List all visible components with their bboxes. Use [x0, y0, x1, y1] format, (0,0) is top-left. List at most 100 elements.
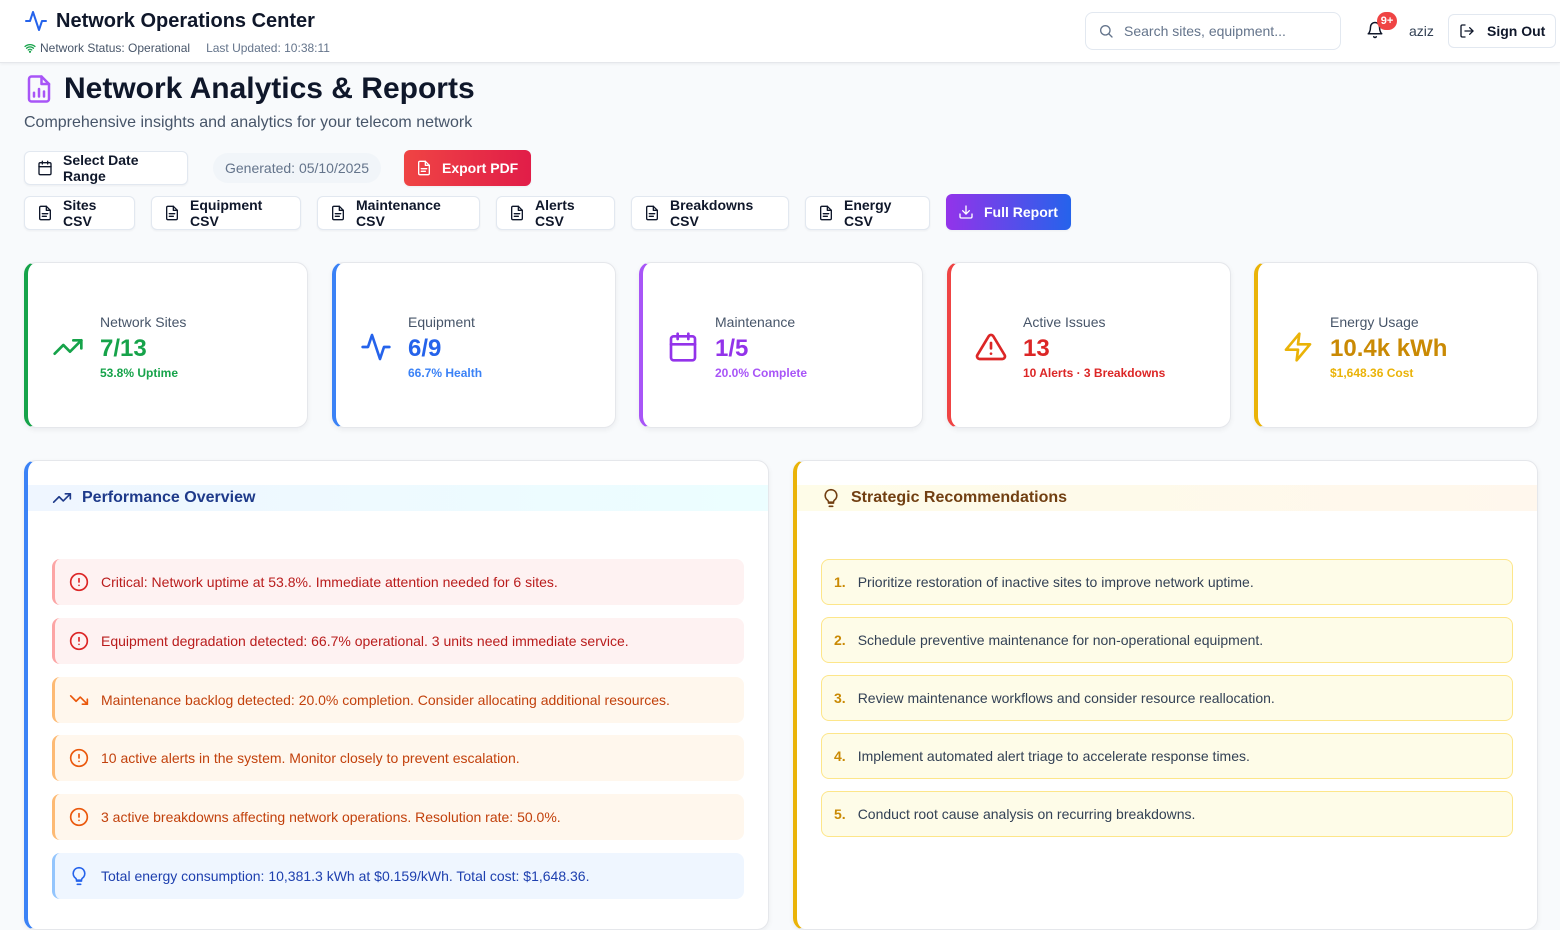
breakdowns-csv-button[interactable]: Breakdowns CSV	[631, 196, 789, 230]
alert-circle-icon	[69, 631, 89, 651]
full-report-label: Full Report	[984, 204, 1058, 220]
file-icon	[416, 160, 432, 176]
status-row: Network Status: Operational Last Updated…	[24, 41, 330, 55]
recommendation-number: 3.	[834, 690, 846, 706]
stat-card-maintenance: Maintenance 1/5 20.0% Complete	[639, 262, 923, 428]
strategic-recommendations-panel: Strategic Recommendations 1. Prioritize …	[793, 460, 1538, 930]
calendar-icon	[667, 331, 699, 363]
stat-subtext: 20.0% Complete	[715, 366, 808, 380]
network-status-text: Network Status: Operational	[40, 41, 191, 55]
recommendation-number: 4.	[834, 748, 846, 764]
stat-value: 7/13	[100, 335, 147, 362]
stat-label: Energy Usage	[1330, 314, 1419, 330]
sign-out-label: Sign Out	[1487, 23, 1546, 39]
stat-card-active-issues: Active Issues 13 10 Alerts · 3 Breakdown…	[947, 262, 1231, 428]
file-icon	[644, 205, 660, 221]
search-box[interactable]	[1085, 12, 1341, 50]
calendar-icon	[37, 160, 53, 176]
file-icon	[37, 205, 53, 221]
trending-down-icon	[69, 690, 89, 710]
recommendation-item: 3. Review maintenance workflows and cons…	[821, 675, 1513, 721]
warning-icon	[975, 331, 1007, 363]
recommendation-text: Prioritize restoration of inactive sites…	[857, 574, 1254, 590]
username: aziz	[1409, 23, 1434, 39]
sites-csv-button[interactable]: Sites CSV	[24, 196, 135, 230]
lightbulb-icon	[821, 488, 841, 508]
page-subtitle: Comprehensive insights and analytics for…	[24, 114, 473, 131]
performance-overview-panel: Performance Overview Critical: Network u…	[24, 460, 769, 930]
recommendation-item: 4. Implement automated alert triage to a…	[821, 733, 1513, 779]
maintenance-csv-button[interactable]: Maintenance CSV	[317, 196, 480, 230]
insight-item: 3 active breakdowns affecting network op…	[52, 794, 744, 840]
stat-value: 6/9	[408, 335, 442, 362]
insight-item: Critical: Network uptime at 53.8%. Immed…	[52, 559, 744, 605]
search-input[interactable]	[1124, 23, 1324, 39]
recommendation-item: 2. Schedule preventive maintenance for n…	[821, 617, 1513, 663]
performance-overview-title: Performance Overview	[82, 489, 256, 506]
insight-item: Total energy consumption: 10,381.3 kWh a…	[52, 853, 744, 899]
recommendation-text: Implement automated alert triage to acce…	[857, 748, 1250, 764]
equipment-csv-button[interactable]: Equipment CSV	[151, 196, 301, 230]
activity-icon	[24, 9, 48, 33]
download-icon	[958, 204, 974, 220]
sign-out-button[interactable]: Sign Out	[1448, 14, 1556, 48]
strategic-recommendations-title: Strategic Recommendations	[851, 489, 1068, 506]
wifi-icon	[24, 42, 36, 54]
network-status: Network Status: Operational	[24, 41, 190, 55]
file-icon	[164, 205, 180, 221]
stat-label: Equipment	[408, 314, 475, 330]
alerts-csv-button[interactable]: Alerts CSV	[496, 196, 615, 230]
insight-item: Maintenance backlog detected: 20.0% comp…	[52, 677, 744, 723]
brand: Network Operations Center	[24, 9, 315, 33]
file-icon	[509, 205, 525, 221]
stat-subtext: 10 Alerts · 3 Breakdowns	[1023, 366, 1166, 380]
stat-label: Maintenance	[715, 314, 796, 330]
select-date-range-label: Select Date Range	[63, 152, 139, 184]
stat-label: Network Sites	[100, 314, 187, 330]
insight-item: 10 active alerts in the system. Monitor …	[52, 735, 744, 781]
alerts-csv-label: Alerts CSV	[535, 197, 575, 229]
insight-text: Maintenance backlog detected: 20.0% comp…	[101, 692, 670, 708]
lightbulb-icon	[69, 866, 89, 886]
log-out-icon	[1459, 23, 1475, 39]
stat-subtext: 66.7% Health	[408, 366, 483, 380]
recommendation-number: 2.	[834, 632, 846, 648]
insight-text: Total energy consumption: 10,381.3 kWh a…	[101, 868, 590, 884]
last-updated: Last Updated: 10:38:11	[206, 41, 330, 55]
maintenance-csv-label: Maintenance CSV	[356, 197, 441, 229]
breakdowns-csv-label: Breakdowns CSV	[670, 197, 754, 229]
report-file-icon	[24, 73, 54, 105]
alert-circle-icon	[69, 748, 89, 768]
performance-overview-header: Performance Overview	[28, 485, 768, 511]
stat-value: 10.4k kWh	[1330, 335, 1448, 362]
insight-text: Critical: Network uptime at 53.8%. Immed…	[101, 574, 558, 590]
stat-card-equipment: Equipment 6/9 66.7% Health	[332, 262, 616, 428]
insight-text: Equipment degradation detected: 66.7% op…	[101, 633, 629, 649]
file-icon	[330, 205, 346, 221]
sites-csv-label: Sites CSV	[63, 197, 97, 229]
insight-text: 3 active breakdowns affecting network op…	[101, 809, 561, 825]
full-report-button[interactable]: Full Report	[946, 194, 1071, 230]
stat-subtext: $1,648.36 Cost	[1330, 366, 1414, 380]
stat-subtext: 53.8% Uptime	[100, 366, 179, 380]
energy-csv-label: Energy CSV	[844, 197, 892, 229]
energy-csv-button[interactable]: Energy CSV	[805, 196, 930, 230]
activity-icon	[360, 331, 392, 363]
recommendation-number: 5.	[834, 806, 846, 822]
stat-card-energy-usage: Energy Usage 10.4k kWh $1,648.36 Cost	[1254, 262, 1538, 428]
select-date-range-button[interactable]: Select Date Range	[24, 151, 188, 185]
trending-up-icon	[52, 488, 72, 508]
recommendation-item: 1. Prioritize restoration of inactive si…	[821, 559, 1513, 605]
stat-label: Active Issues	[1023, 314, 1106, 330]
stat-card-network-sites: Network Sites 7/13 53.8% Uptime	[24, 262, 308, 428]
page-title: Network Analytics & Reports	[24, 72, 475, 106]
export-pdf-button[interactable]: Export PDF	[404, 150, 531, 186]
page-heading: Network Analytics & Reports	[64, 72, 475, 105]
stat-value: 13	[1023, 335, 1050, 362]
stat-value: 1/5	[715, 335, 749, 362]
app-title: Network Operations Center	[56, 9, 315, 32]
notification-badge: 9+	[1377, 12, 1397, 30]
trending-up-icon	[52, 331, 84, 363]
alert-circle-icon	[69, 572, 89, 592]
recommendation-number: 1.	[834, 574, 846, 590]
